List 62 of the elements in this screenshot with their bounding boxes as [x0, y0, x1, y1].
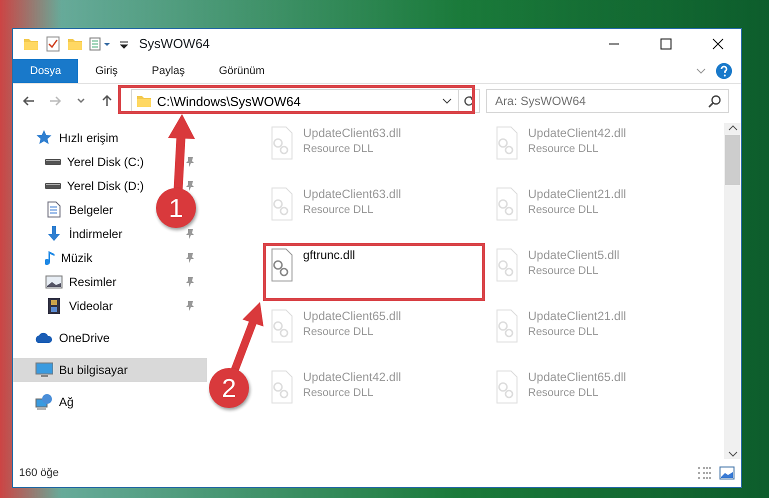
- sidebar-item[interactable]: Videolar: [13, 294, 207, 318]
- drive-icon: [45, 183, 61, 189]
- file-type: Resource DLL: [528, 325, 600, 340]
- properties-icon[interactable]: [45, 36, 61, 52]
- scroll-down-icon[interactable]: [728, 449, 738, 459]
- download-icon: [45, 225, 63, 243]
- file-type: Resource DLL: [303, 203, 374, 218]
- sidebar-item[interactable]: Müzik: [13, 246, 207, 270]
- new-folder-icon[interactable]: [67, 36, 83, 52]
- file-type: Resource DLL: [528, 142, 600, 157]
- ribbon-tab[interactable]: Giriş: [78, 59, 135, 83]
- pin-icon[interactable]: [185, 276, 195, 288]
- back-arrow-icon: [22, 94, 36, 108]
- pin-icon[interactable]: [185, 228, 195, 240]
- document-icon: [45, 201, 63, 219]
- details-view-icon[interactable]: [697, 466, 713, 480]
- scroll-up-icon[interactable]: [728, 123, 738, 133]
- sidebar-item[interactable]: Yerel Disk (C:): [13, 150, 207, 174]
- arrow: [230, 302, 264, 374]
- pin-icon[interactable]: [185, 300, 195, 312]
- pin-icon[interactable]: [185, 156, 195, 168]
- scrollbar[interactable]: [724, 123, 741, 459]
- sidebar-item[interactable]: Bu bilgisayar: [13, 358, 207, 382]
- ribbon-tab[interactable]: Dosya: [13, 59, 78, 83]
- forward-arrow-icon: [48, 94, 62, 108]
- file-type: Resource DLL: [528, 203, 600, 218]
- music-icon: [45, 250, 55, 266]
- help-icon[interactable]: [715, 62, 733, 80]
- sidebar-item[interactable]: Resimler: [13, 270, 207, 294]
- picture-icon: [45, 273, 63, 291]
- sidebar-item[interactable]: Hızlı erişim: [13, 126, 207, 150]
- pin-icon[interactable]: [185, 180, 195, 192]
- item-count: 160 öğe: [19, 466, 59, 481]
- folder-icon: [136, 93, 152, 109]
- star-icon: [35, 129, 53, 147]
- search-icon: [708, 94, 722, 108]
- sidebar-item[interactable]: OneDrive: [13, 326, 207, 350]
- ribbon-tab[interactable]: Görünüm: [202, 59, 282, 83]
- pin-icon[interactable]: [185, 252, 195, 264]
- computer-icon: [35, 361, 53, 379]
- maximize-icon: [660, 38, 672, 50]
- drive-icon: [45, 159, 61, 165]
- film-icon: [45, 297, 63, 315]
- scrollbar-thumb[interactable]: [725, 135, 740, 185]
- file-name[interactable]: gftrunc.dll: [303, 248, 356, 263]
- dll-file-icon[interactable]: [269, 248, 295, 284]
- ribbon-tab[interactable]: Paylaş: [134, 59, 202, 83]
- sidebar-item[interactable]: Ağ: [13, 390, 207, 414]
- close-icon: [712, 38, 724, 50]
- folder-icon[interactable]: [23, 36, 39, 52]
- search-field[interactable]: Ara: SysWOW64: [486, 89, 729, 113]
- file-type: Resource DLL: [303, 142, 374, 157]
- view-icon[interactable]: [89, 36, 113, 52]
- file-type: Resource DLL: [303, 386, 374, 401]
- file-type: Resource DLL: [528, 264, 600, 279]
- large-icons-view-icon[interactable]: [719, 466, 735, 480]
- address-field[interactable]: C:\Windows\SysWOW64: [131, 89, 480, 113]
- window-title: SysWOW64: [139, 35, 210, 54]
- up-arrow-icon: [100, 94, 114, 108]
- file-type: Resource DLL: [303, 325, 374, 340]
- file-type: Resource DLL: [528, 386, 600, 401]
- network-icon: [35, 393, 53, 411]
